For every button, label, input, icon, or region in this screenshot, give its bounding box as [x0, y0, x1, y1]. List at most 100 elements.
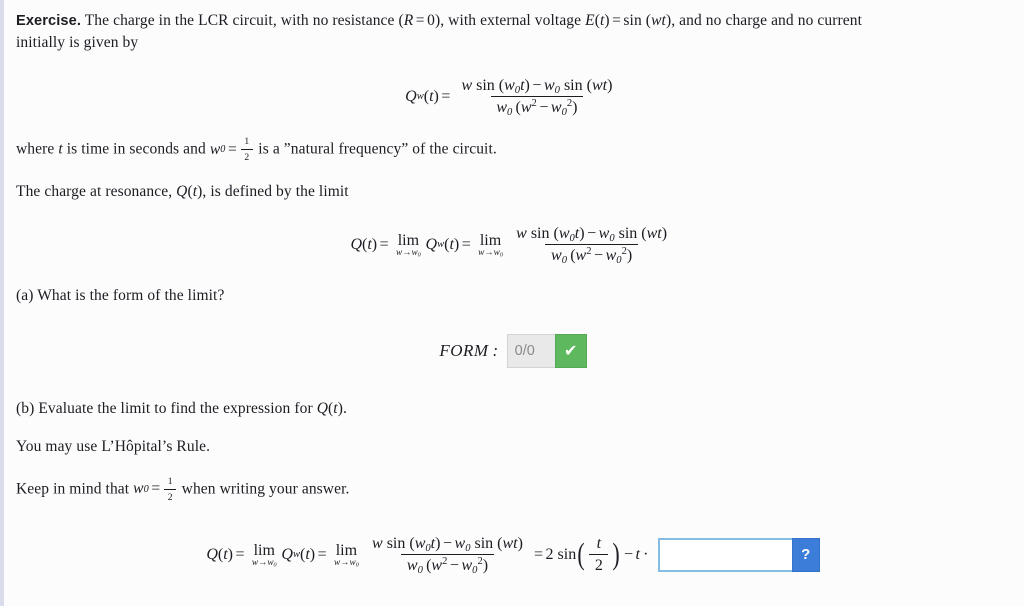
- eq1-den-sq: 2: [531, 98, 537, 110]
- eq3-num-sin2: sin: [474, 534, 494, 552]
- where-w0: w: [209, 140, 221, 158]
- intro-text-part1: The charge in the LCR circuit, with no r…: [84, 12, 404, 29]
- form-answer-row: FORM : ✔: [16, 333, 1010, 368]
- eq3-num-sin1: sin: [386, 534, 406, 552]
- eq3-den-minus: −: [449, 556, 459, 574]
- eq2-Q2: Q: [425, 236, 438, 254]
- equation-qw-definition: Qw(t) = w sin (w0t) − w0 sin (wt) w0 (w2− w…: [16, 76, 1010, 118]
- resonance-Q: Q: [176, 182, 188, 200]
- eq1-num-sin1: sin: [476, 76, 495, 94]
- eq2-den-w0b: w: [605, 247, 617, 265]
- equation-limit-definition: Q(t) = lim w→w0 Qw(t) = lim w→w0 w sin (…: [16, 225, 1010, 266]
- eq3-lim1-arrow: →: [258, 557, 268, 568]
- eq2-equals2: =: [461, 236, 471, 254]
- equals-sign-1: =: [415, 12, 425, 29]
- eq3-lim2-sub: w→w0: [334, 557, 359, 569]
- eq2-den-minus: −: [594, 247, 604, 265]
- eq1-Q: Q: [405, 87, 417, 105]
- where-suffix: is a ”natural frequency” of the circuit.: [254, 140, 497, 158]
- eq2-limit-2: lim w→w0: [478, 232, 503, 259]
- equals-sign-2: =: [612, 12, 621, 29]
- eq3-den-w0: w: [406, 556, 418, 574]
- value-zero: 0: [427, 12, 435, 29]
- eq2-lim2-sub0: 0: [499, 252, 503, 259]
- eq1-equals: =: [441, 87, 451, 105]
- final-answer-input[interactable]: [657, 537, 792, 572]
- hopital-hint: You may use L’Hôpital’s Rule.: [16, 438, 211, 456]
- equation-final-answer-row: Q(t) = lim w→w0 Qw(t) = lim w→w0 w sin (…: [16, 535, 1010, 575]
- eq3-limit-2: lim w→w0: [334, 542, 359, 569]
- eq1-den-w0b: w: [550, 98, 562, 116]
- eq3-coef-2: 2: [545, 545, 554, 563]
- form-answer-widget: FORM : ✔: [439, 333, 587, 368]
- where-prefix: where: [16, 140, 59, 158]
- eq3-num-w1: w: [372, 534, 383, 552]
- eq3-cdot: ·: [643, 545, 649, 563]
- help-question-icon[interactable]: ?: [791, 537, 820, 572]
- eq3-t-over-2-den: 2: [589, 553, 609, 575]
- w0-hint: Keep in mind that w 0 = 1 2 when writing you…: [16, 475, 350, 503]
- eq2-num-w1: w: [516, 225, 527, 243]
- eq3-lim2-arrow: →: [340, 557, 350, 568]
- exercise-intro: Exercise. The charge in the LCR circuit,…: [16, 10, 1010, 55]
- eq1-num-sin2: sin: [563, 76, 583, 94]
- intro-line-2: initially is given by: [16, 34, 139, 52]
- form-label: FORM :: [439, 341, 498, 361]
- eq2-num-w0a: w: [558, 225, 570, 243]
- eq2-den-w: w: [575, 247, 587, 265]
- eq2-equals1: =: [379, 236, 389, 254]
- eq2-num-minus: −: [587, 225, 597, 243]
- part-b-prefix: (b) Evaluate the limit to find the expre…: [16, 399, 317, 417]
- eq1-den-minus: −: [539, 98, 549, 116]
- w0-hint-equals: =: [151, 480, 161, 498]
- eq1-num-w0a: w: [504, 76, 515, 94]
- eq3-equals3: =: [533, 545, 543, 563]
- eq3-den-w0b: w: [461, 556, 473, 574]
- eq3-fraction: w sin (w0t) − w0 sin (wt) w0 (w2− w02): [366, 534, 528, 576]
- eq2-lim1-sub: w→w0: [396, 248, 421, 259]
- exercise-label: Exercise.: [16, 13, 82, 29]
- eq2-num-sin1: sin: [530, 225, 550, 243]
- where-line: where t is time in seconds and w 0 = 1 2 is …: [16, 135, 497, 163]
- intro-text-part2: ), with external voltage: [434, 12, 586, 29]
- w0-hint-suffix: when writing your answer.: [177, 480, 350, 498]
- intro-text-part3: , and no charge and no current: [671, 12, 862, 29]
- eq3-Q2: Q: [281, 545, 293, 563]
- eq3-num-w0b: w: [454, 534, 466, 552]
- eq2-limit-1: lim w→w0: [396, 232, 421, 259]
- part-b-suffix: .: [342, 399, 347, 417]
- w0-hint-prefix: Keep in mind that: [16, 480, 134, 498]
- eq3-t-over-2: t 2: [589, 534, 609, 575]
- eq2-num-w2: w: [646, 225, 658, 243]
- form-submit-check-icon[interactable]: ✔: [554, 333, 587, 368]
- eq2-numerator: w sin (w0t) − w0 sin (wt): [516, 225, 668, 245]
- eq3-equals1: =: [235, 545, 245, 563]
- exercise-page: Exercise. The charge in the LCR circuit,…: [4, 0, 1024, 606]
- eq2-denominator: w0 (w2− w02): [545, 244, 638, 266]
- eq1-fraction: w sin (w0t) − w0 sin (wt) w0 (w2− w02): [456, 76, 618, 118]
- sin-operator-1: sin: [623, 12, 642, 29]
- resonance-prefix: The charge at resonance,: [16, 182, 177, 200]
- eq3-sin3: sin: [557, 545, 577, 563]
- eq3-lim1-sub0: 0: [273, 562, 277, 569]
- eq2-lim1-sub0: 0: [417, 252, 421, 259]
- where-equals: =: [227, 140, 237, 158]
- var-E: E: [585, 12, 595, 29]
- eq1-num-w2: w: [591, 76, 603, 94]
- eq2-Q1: Q: [350, 236, 362, 254]
- w0-hint-w: w: [133, 480, 144, 498]
- eq3-t-over-2-num: t: [596, 534, 602, 552]
- form-input[interactable]: [506, 333, 555, 368]
- part-a-question: (a) What is the form of the limit?: [16, 287, 225, 305]
- final-answer-widget: ?: [657, 537, 820, 572]
- eq3-limit-1: lim w→w0: [252, 542, 277, 569]
- eq3-den-w: w: [431, 556, 443, 574]
- eq1-denominator: w0 (w2− w02): [490, 95, 584, 118]
- eq1-den-w0: w: [496, 98, 508, 116]
- resonance-line: The charge at resonance, Q(t), is define…: [16, 182, 349, 200]
- form-label-colon: :: [492, 340, 499, 360]
- w0-hint-num: 1: [167, 475, 173, 487]
- eq1-numerator: w sin (w0t) − w0 sin (wt): [461, 76, 613, 96]
- part-b-question: (b) Evaluate the limit to find the expre…: [16, 399, 347, 417]
- where-middle: is time in seconds and: [62, 140, 210, 158]
